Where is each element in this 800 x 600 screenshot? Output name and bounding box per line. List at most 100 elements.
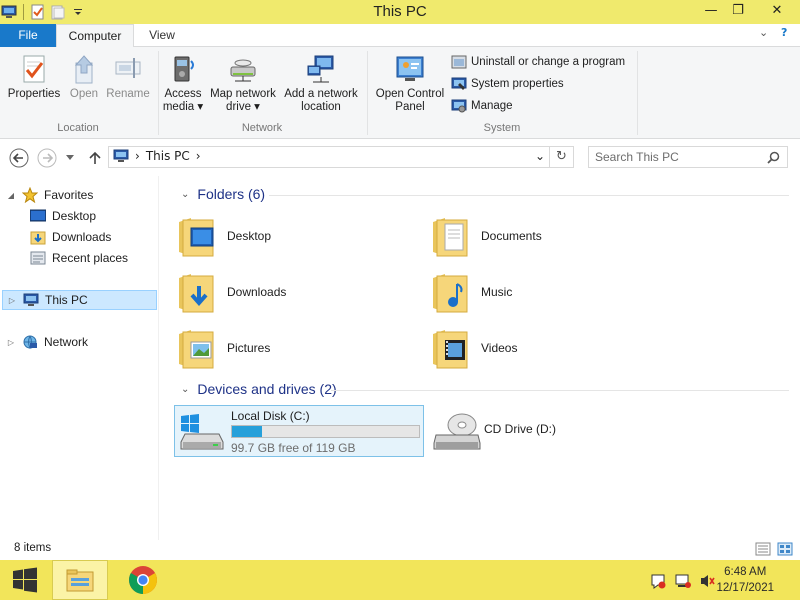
tab-computer[interactable]: Computer [56, 24, 134, 48]
open-cp-label-1: Open Control [375, 88, 445, 100]
music-folder-icon [433, 274, 468, 313]
collapse-group-icon: ⌄ [181, 188, 190, 200]
tab-file[interactable]: File [0, 24, 56, 47]
taskbar-chrome[interactable] [118, 560, 168, 600]
windows-drive-icon [180, 414, 224, 450]
folder-documents[interactable]: Documents [431, 210, 681, 262]
map-network-drive-button[interactable]: Map network drive ▾ [206, 53, 280, 114]
taskbar-file-explorer[interactable] [52, 560, 108, 600]
folder-downloads[interactable]: Downloads [177, 266, 427, 318]
folder-desktop[interactable]: Desktop [177, 210, 427, 262]
recent-places-icon [30, 251, 46, 265]
refresh-button[interactable]: ↻ [549, 147, 573, 167]
nav-downloads-label: Downloads [52, 230, 112, 244]
forward-button[interactable] [36, 147, 58, 169]
nav-desktop-label: Desktop [52, 209, 97, 223]
nav-recent-places[interactable]: Recent places [30, 248, 128, 268]
open-cp-label-2: Panel [395, 101, 425, 113]
drive-c-free-space: 99.7 GB free of 119 GB [231, 441, 356, 455]
this-pc-icon [113, 149, 129, 162]
section-divider [331, 390, 789, 391]
start-button[interactable] [0, 560, 50, 600]
address-bar[interactable]: › This PC › ⌄ ↻ [108, 146, 574, 168]
drive-local-disk-c[interactable]: Local Disk (C:) 99.7 GB free of 119 GB [174, 405, 424, 457]
nav-this-pc-label: This PC [45, 293, 88, 307]
details-view-icon[interactable] [755, 542, 771, 556]
nav-network[interactable]: ▷ Network [6, 332, 88, 352]
status-bar: 8 items [0, 540, 800, 560]
drive-cd-d[interactable]: CD Drive (D:) [428, 405, 628, 457]
add-network-location-button[interactable]: Add a network location [282, 53, 360, 114]
devices-group-header[interactable]: ⌄ Devices and drives (2) [181, 381, 337, 397]
nav-desktop[interactable]: Desktop [30, 206, 96, 226]
collapsed-icon[interactable]: ▷ [7, 296, 17, 305]
maximize-button[interactable]: ❐ [723, 0, 753, 20]
action-center-icon[interactable] [650, 573, 666, 589]
properties-label: Properties [7, 88, 61, 100]
properties-icon [18, 53, 50, 85]
nav-downloads[interactable]: Downloads [30, 227, 111, 247]
large-icons-view-icon[interactable] [777, 542, 793, 556]
map-drive-label-2: drive ▾ [226, 101, 260, 113]
open-button[interactable]: Open [66, 53, 102, 101]
folder-videos[interactable]: Videos [431, 322, 681, 374]
recent-locations-button[interactable] [62, 147, 78, 169]
star-icon [22, 187, 38, 203]
ribbon-separator [367, 51, 368, 135]
network-icon [23, 335, 37, 350]
back-arrow-icon [9, 148, 29, 168]
folders-header-label: Folders (6) [197, 186, 266, 202]
ribbon-separator [637, 51, 638, 135]
navigation-pane: ◢ Favorites Desktop Downloads Recent pla… [0, 176, 158, 540]
group-label-location: Location [57, 122, 99, 134]
nav-favorites[interactable]: ◢ Favorites [6, 185, 93, 205]
taskbar: 6:48 AM 12/17/2021 [0, 560, 800, 600]
nav-this-pc[interactable]: ▷ This PC [2, 290, 157, 310]
system-properties-button[interactable]: System properties [451, 74, 564, 94]
section-divider [269, 195, 789, 196]
close-button[interactable]: ✕ [758, 0, 796, 20]
uninstall-icon [451, 55, 467, 69]
uninstall-program-button[interactable]: Uninstall or change a program [451, 52, 625, 72]
ribbon: Properties Open Rename Location Access m… [0, 47, 800, 139]
downloads-icon [30, 231, 46, 245]
system-clock[interactable]: 6:48 AM 12/17/2021 [716, 564, 774, 596]
manage-button[interactable]: Manage [451, 96, 513, 116]
access-media-button[interactable]: Access media ▾ [160, 53, 206, 114]
content-pane: ⌄ Folders (6) Desktop Documents Download… [159, 176, 800, 540]
access-media-label-2: media ▾ [162, 101, 204, 113]
network-status-icon[interactable] [675, 573, 691, 589]
tab-view[interactable]: View [134, 24, 190, 47]
up-button[interactable] [84, 147, 106, 169]
address-dropdown-button[interactable]: ⌄ [535, 149, 545, 163]
collapse-ribbon-icon[interactable]: ⌄ [759, 26, 768, 39]
breadcrumb-this-pc[interactable]: This PC [146, 149, 190, 163]
search-icon[interactable] [767, 151, 780, 164]
back-button[interactable] [8, 147, 30, 169]
folders-group-header[interactable]: ⌄ Folders (6) [181, 186, 265, 202]
folder-music[interactable]: Music [431, 266, 681, 318]
control-panel-icon [394, 53, 426, 85]
folder-documents-label: Documents [481, 229, 542, 243]
ribbon-separator [158, 51, 159, 135]
add-location-label-1: Add a network [284, 88, 358, 100]
expanded-icon[interactable]: ◢ [6, 191, 16, 200]
collapsed-icon[interactable]: ▷ [6, 338, 16, 347]
help-icon[interactable]: ? [781, 26, 787, 39]
group-label-network: Network [241, 122, 283, 134]
forward-arrow-icon [37, 148, 57, 168]
cd-drive-icon [433, 413, 481, 450]
collapse-group-icon: ⌄ [181, 383, 190, 395]
this-pc-icon [23, 293, 39, 306]
properties-button[interactable]: Properties [6, 53, 62, 101]
search-input[interactable] [595, 150, 765, 164]
access-media-label-1: Access [164, 88, 202, 100]
nav-network-label: Network [44, 335, 89, 349]
open-control-panel-button[interactable]: Open Control Panel [372, 53, 448, 114]
volume-muted-icon[interactable] [699, 573, 715, 589]
folder-pictures[interactable]: Pictures [177, 322, 427, 374]
clock-time: 6:48 AM [724, 566, 767, 578]
access-media-icon [167, 53, 199, 85]
rename-button[interactable]: Rename [104, 53, 152, 101]
minimize-button[interactable]: — [696, 0, 726, 20]
